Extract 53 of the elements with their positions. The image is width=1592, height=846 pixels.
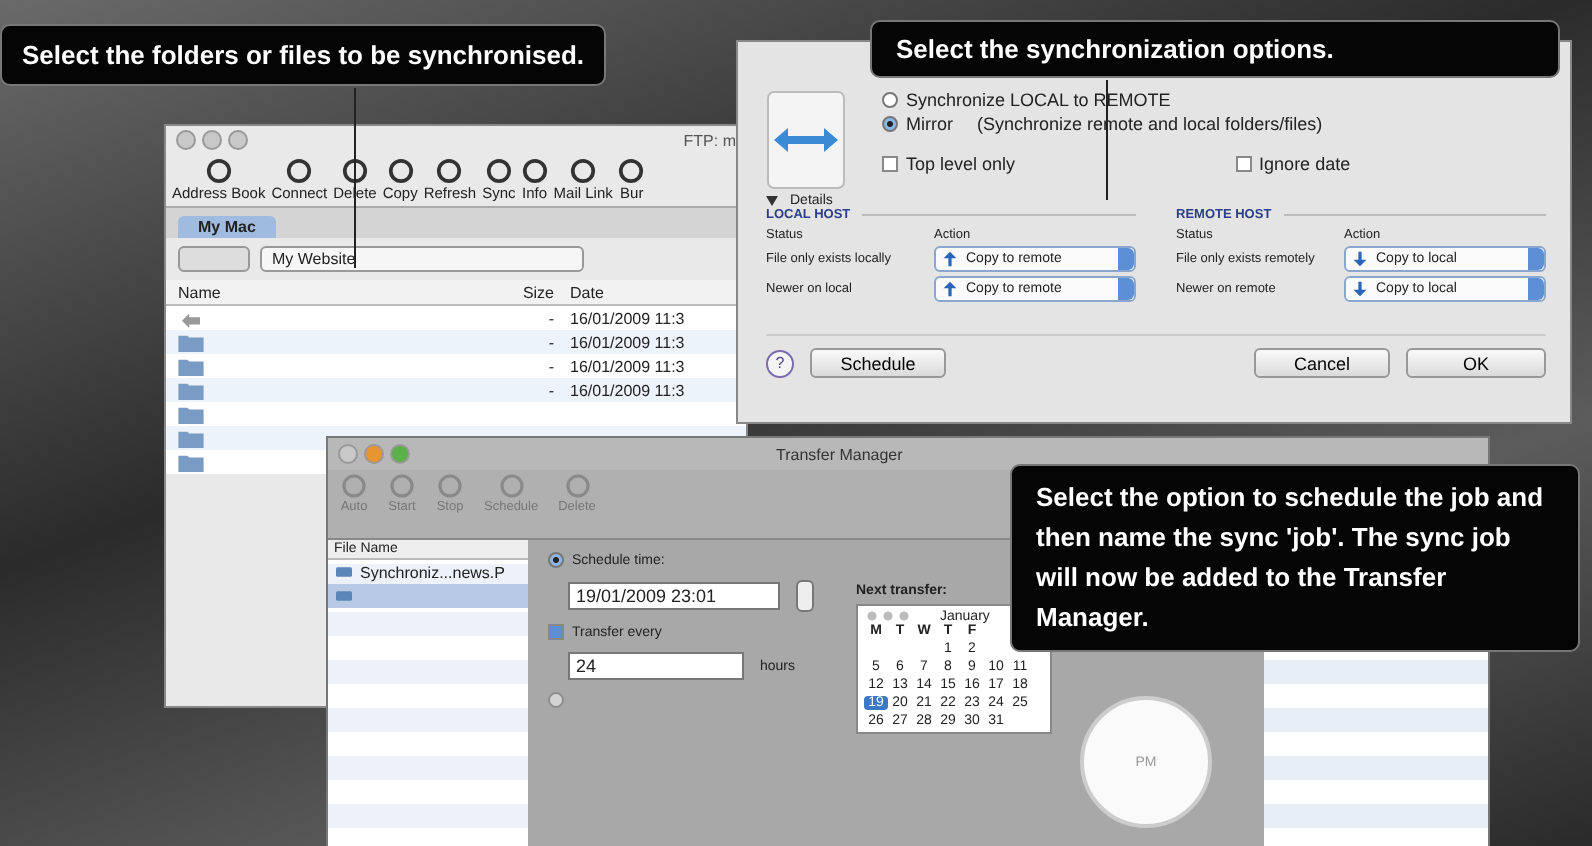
window-title: Transfer Manager: [776, 445, 903, 463]
table-cell-text: 16/01/2009 11:3: [568, 357, 685, 375]
callout: Select the synchronization options.: [870, 20, 1560, 78]
zoom-button[interactable]: [390, 444, 410, 464]
checkbox[interactable]: [1235, 156, 1252, 172]
toolbar-icon: [618, 158, 645, 184]
callout: Select the option to schedule the job and then name the sync 'job'. The sync job will now be added to the Transfer Manager.: [1010, 464, 1580, 652]
checkbox[interactable]: [882, 156, 898, 172]
table-cell-text: 16/01/2009 11:3: [568, 309, 685, 327]
back-forward-buttons[interactable]: [178, 246, 250, 272]
stepper[interactable]: [796, 580, 814, 612]
table-cell-text: 16/01/2009 11:3: [568, 333, 685, 351]
table-cell-text: -: [546, 381, 554, 399]
cancel-button[interactable]: Cancel: [1254, 348, 1390, 378]
ok-button[interactable]: OK: [1406, 348, 1546, 378]
table-cell-text: 16/01/2009 11:3: [568, 381, 685, 399]
leader-line: [1106, 80, 1108, 200]
callout: Select the folders or files to be synchronised.: [0, 24, 607, 86]
table-cell-text: -: [546, 309, 554, 327]
list-item[interactable]: [328, 584, 528, 608]
toolbar-icon: [436, 158, 463, 184]
sync-arrows-icon: [766, 90, 846, 190]
tab[interactable]: My Mac: [178, 216, 276, 238]
disclosure-triangle-icon[interactable]: [766, 196, 778, 206]
radio-label: Mirror: [906, 114, 953, 134]
date-time-field[interactable]: 19/01/2009 23:01: [568, 582, 780, 610]
checkbox-label: Ignore date: [1259, 154, 1351, 174]
minimize-button[interactable]: [364, 444, 384, 464]
table-cell-text: -: [546, 333, 554, 351]
schedule-button[interactable]: Schedule: [810, 348, 946, 378]
column-header[interactable]: Size: [518, 283, 554, 301]
table-cell-text: -: [546, 357, 554, 375]
help-button[interactable]: ?: [766, 349, 794, 377]
radio-button[interactable]: [882, 116, 898, 132]
column-header[interactable]: Date: [554, 283, 604, 301]
toolbar-icon: [387, 158, 414, 184]
column-header[interactable]: Name: [166, 283, 518, 301]
toolbar-icon: [570, 158, 597, 184]
toolbar-icon: [521, 158, 548, 184]
parent-folder-icon: [178, 309, 204, 327]
window-title: FTP: m: [683, 131, 736, 149]
toolbar-icon: [286, 158, 313, 184]
location-dropdown[interactable]: My Website: [260, 246, 584, 272]
interval-field[interactable]: 24: [568, 652, 744, 680]
checkbox-label: Top level only: [906, 154, 1016, 174]
close-button[interactable]: [338, 444, 358, 464]
radio-button[interactable]: [548, 552, 564, 568]
toolbar-icon: [341, 158, 368, 184]
radio-button[interactable]: [882, 92, 898, 108]
toolbar-icon: [485, 158, 512, 184]
checkbox[interactable]: [548, 624, 564, 640]
list-item[interactable]: Synchroniz...news.P: [328, 560, 528, 584]
toolbar-icon: [205, 158, 232, 184]
